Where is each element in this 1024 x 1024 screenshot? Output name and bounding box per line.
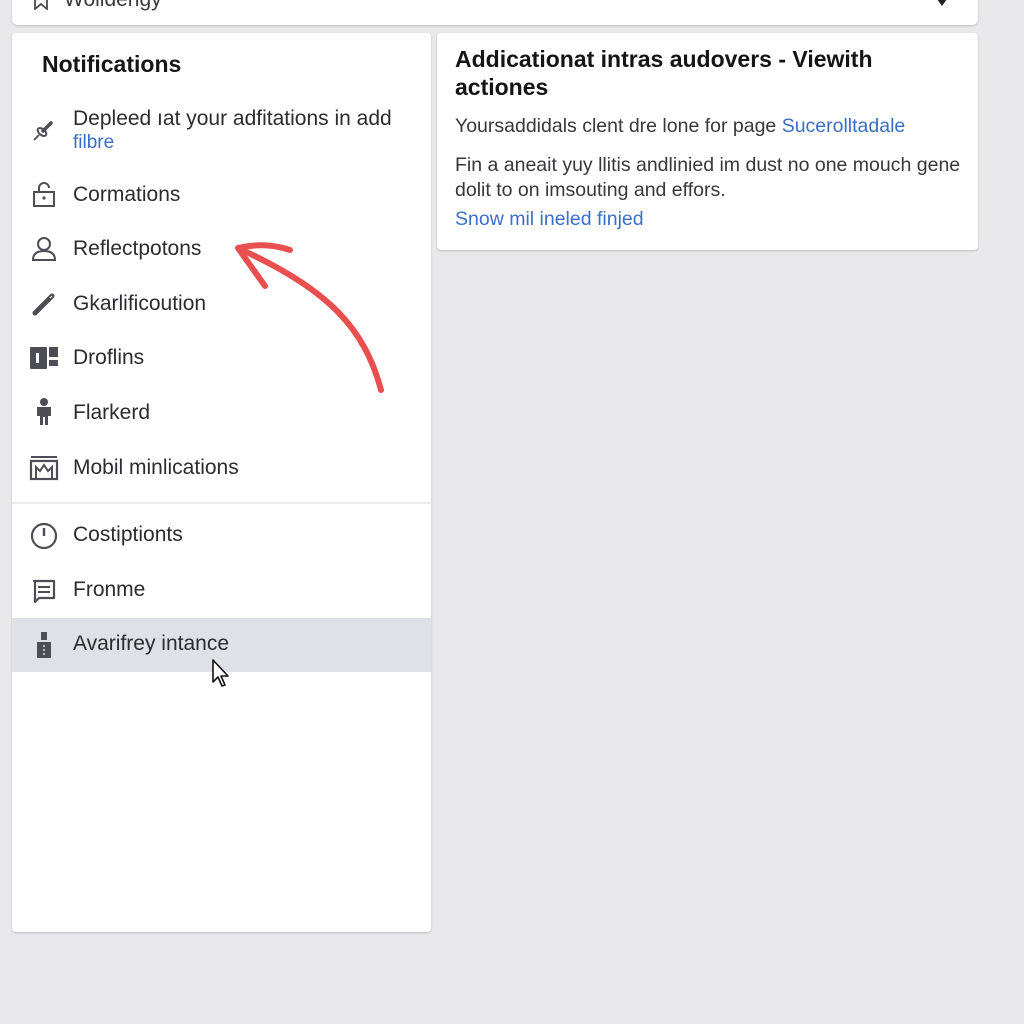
section-divider bbox=[12, 502, 431, 504]
sidebar-item-label: Cormations bbox=[73, 183, 181, 206]
top-bar[interactable]: Wolldengy bbox=[12, 0, 978, 25]
sidebar-item-label: Droflins bbox=[73, 346, 145, 369]
layout-icon bbox=[28, 342, 60, 374]
caret-down-icon[interactable] bbox=[936, 0, 948, 6]
card-line-text: Yoursaddidals clent dre lone for page bbox=[455, 115, 782, 137]
sidebar-item-label: Depleed ıat your adfitations in add bbox=[73, 107, 392, 130]
card-title: Addicationat intras audovers - Viewith a… bbox=[455, 46, 873, 100]
sidebar-item-depleed[interactable]: Depleed ıat your adfitations in add filb… bbox=[12, 101, 431, 161]
sidebar-item-label: Avarifrey intance bbox=[73, 632, 230, 655]
sidebar-item-costiptionts[interactable]: Costiptionts bbox=[12, 509, 431, 563]
user-icon bbox=[28, 233, 60, 265]
sidebar-item-label: Mobil minlications bbox=[73, 456, 239, 479]
bottle-icon bbox=[28, 629, 60, 661]
notifications-panel: Notifications Depleed ıat your adfitatio… bbox=[12, 33, 431, 932]
sidebar-item-label: Costiptionts bbox=[73, 523, 183, 546]
panel-title: Notifications bbox=[42, 51, 182, 77]
sidebar-item-label: Reflectpotons bbox=[73, 237, 202, 260]
info-card: Addicationat intras audovers - Viewith a… bbox=[437, 33, 978, 250]
top-bar-title: Wolldengy bbox=[64, 0, 162, 12]
sidebar-item-label: Gkarlificoution bbox=[73, 292, 207, 315]
bookmark-icon bbox=[32, 0, 50, 11]
show-more-link[interactable]: Snow mil ineled finjed bbox=[455, 208, 644, 231]
sidebar-item-fronme[interactable]: Fronme bbox=[12, 563, 431, 617]
mouse-cursor-icon bbox=[212, 659, 229, 687]
sidebar-item-mobil-minlications[interactable]: Mobil minlications bbox=[12, 441, 431, 495]
card-line: Yoursaddidals clent dre lone for page Su… bbox=[455, 115, 905, 138]
card-inline-link[interactable]: Sucerolltadale bbox=[782, 115, 906, 137]
pin-icon bbox=[28, 115, 60, 147]
filbre-link[interactable]: filbre bbox=[73, 132, 114, 154]
sidebar-item-flarkerd[interactable]: Flarkerd bbox=[12, 386, 431, 440]
sidebar-item-droflins[interactable]: Droflins bbox=[12, 332, 431, 386]
card-paragraph: Fin a aneait yuy llitis andlinied im dus… bbox=[455, 154, 961, 201]
storefront-icon bbox=[28, 452, 60, 484]
pencil-icon bbox=[28, 288, 60, 320]
sidebar-item-cormations[interactable]: Cormations bbox=[12, 168, 431, 222]
sidebar-item-reflectpotons[interactable]: Reflectpotons bbox=[12, 223, 431, 277]
person-icon bbox=[28, 396, 60, 428]
power-icon bbox=[28, 520, 60, 552]
sidebar-item-gkarlificoution[interactable]: Gkarlificoution bbox=[12, 277, 431, 331]
sidebar-item-label: Fronme bbox=[73, 578, 146, 601]
sidebar-item-label: Flarkerd bbox=[73, 401, 151, 424]
message-icon bbox=[28, 575, 60, 607]
lock-open-icon bbox=[28, 179, 60, 211]
